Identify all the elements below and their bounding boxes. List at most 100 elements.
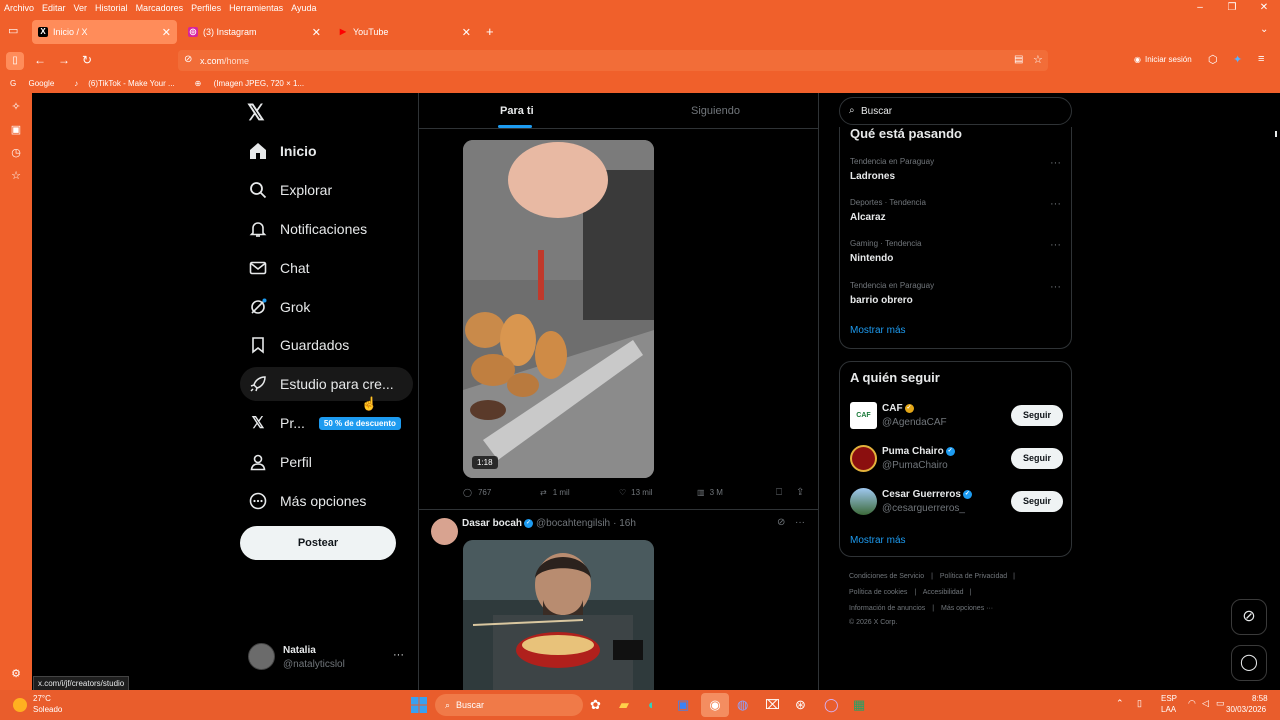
menu-ayuda[interactable]: Ayuda <box>287 3 320 13</box>
chat-float-icon[interactable]: ◯ <box>1231 645 1267 681</box>
language-code[interactable]: ESP <box>1161 694 1177 703</box>
file-explorer-icon[interactable]: ▰ <box>619 697 629 713</box>
more-dots-icon[interactable]: ··· <box>1050 281 1061 293</box>
tab-instagram[interactable]: ◎ (3) Instagram ✕ <box>182 20 327 44</box>
terms-link[interactable]: Condiciones de Servicio <box>849 573 924 580</box>
scrollbar-thumb[interactable] <box>1275 131 1277 137</box>
customize-sidebar-icon[interactable]: ⚙ <box>0 663 32 686</box>
site-info-icon[interactable]: ⊘ <box>184 54 192 65</box>
post-handle[interactable]: @bocahtengilsih <box>536 518 610 529</box>
menu-historial[interactable]: Historial <box>91 3 132 13</box>
app-icon[interactable]: ◯ <box>824 697 839 713</box>
privacy-link[interactable]: Política de Privacidad <box>940 573 1007 580</box>
menu-perfiles[interactable]: Perfiles <box>187 3 225 13</box>
post-time[interactable]: · 16h <box>613 518 636 529</box>
menu-archivo[interactable]: Archivo <box>0 3 38 13</box>
tab-youtube[interactable]: ▶ YouTube ✕ <box>332 20 477 44</box>
history-icon[interactable]: ◷ <box>0 142 32 165</box>
sun-icon[interactable] <box>13 698 27 712</box>
close-icon[interactable]: ✕ <box>462 26 471 39</box>
tab-inicio-x[interactable]: X Inicio / X ✕ <box>32 20 177 44</box>
discord-icon[interactable]: ◍ <box>737 697 748 713</box>
trend-item[interactable]: Deportes · Tendencia Alcaraz <box>850 198 926 223</box>
url-bar[interactable]: ⊘ x.com/home ▤ ☆ <box>178 50 1048 71</box>
repost-button[interactable]: ⇄ 1 mil <box>540 488 570 497</box>
nav-grok[interactable]: Grok <box>240 290 310 324</box>
nav-notificaciones[interactable]: Notificaciones <box>240 212 367 246</box>
bookmark-tiktok[interactable]: ♪ (6)TikTok - Make Your ... <box>64 79 184 88</box>
tab-overview-icon[interactable]: ▭ <box>8 24 18 37</box>
follow-button[interactable]: Seguir <box>1011 448 1063 469</box>
weather-desc[interactable]: Soleado <box>33 705 62 714</box>
new-tab-icon[interactable]: + <box>486 24 494 39</box>
clock-time[interactable]: 8:58 <box>1252 694 1268 703</box>
excel-icon[interactable]: ▦ <box>853 697 865 713</box>
post-author[interactable]: Dasar bocah <box>462 518 522 529</box>
clock-date[interactable]: 30/03/2026 <box>1226 705 1266 714</box>
more-dots-icon[interactable]: ··· <box>393 649 404 661</box>
post-button[interactable]: Postear <box>240 526 396 560</box>
post-image[interactable] <box>463 540 654 690</box>
reply-button[interactable]: ◯ 767 <box>463 488 491 497</box>
accessibility-link[interactable]: Accesibilidad <box>923 589 964 596</box>
tab-siguiendo[interactable]: Siguiendo <box>691 105 740 117</box>
close-icon[interactable]: ✕ <box>162 26 171 39</box>
more-dots-icon[interactable]: ··· <box>1050 239 1061 251</box>
more-dots-icon[interactable]: ··· <box>1050 157 1061 169</box>
sidebar-toggle-icon[interactable]: ▯ <box>6 52 24 70</box>
like-button[interactable]: ♡ 13 mil <box>619 488 653 497</box>
follow-suggestion[interactable]: CAF CAF ✓ @AgendaCAF Seguir <box>850 402 1063 432</box>
more-dots-icon[interactable]: ··· <box>1050 198 1061 210</box>
tab-para-ti[interactable]: Para ti <box>500 105 534 117</box>
chatgpt-icon[interactable]: ⊛ <box>795 697 806 713</box>
bookmark-star-icon[interactable]: ☆ <box>1033 53 1043 66</box>
store-icon[interactable]: ▣ <box>677 697 689 713</box>
follow-button[interactable]: Seguir <box>1011 491 1063 512</box>
wifi-icon[interactable]: ◠ <box>1188 698 1196 709</box>
synced-tabs-icon[interactable]: ▣ <box>0 119 32 142</box>
nav-estudio-creadores[interactable]: Estudio para cre... <box>240 367 413 401</box>
trend-item[interactable]: Tendencia en Paraguay barrio obrero <box>850 281 934 306</box>
tab-list-icon[interactable]: ⌄ <box>1260 24 1268 35</box>
follow-button[interactable]: Seguir <box>1011 405 1063 426</box>
show-more-follow-link[interactable]: Mostrar más <box>850 535 906 546</box>
tray-chevron-icon[interactable]: ⌃ <box>1116 698 1124 709</box>
keyboard-layout[interactable]: LAA <box>1161 705 1176 714</box>
extensions-icon[interactable]: ⬡ <box>1208 53 1218 66</box>
share-icon[interactable]: ⇪ <box>796 487 804 498</box>
restore-icon[interactable]: ❐ <box>1216 0 1248 15</box>
account-switcher[interactable]: Natalia @natalyticslol ··· <box>241 640 411 676</box>
cookies-link[interactable]: Política de cookies <box>849 589 907 596</box>
nav-chat[interactable]: Chat <box>240 251 310 285</box>
forward-icon[interactable]: → <box>58 53 70 67</box>
taskbar-search[interactable]: ⌕ Buscar <box>435 694 583 716</box>
views-button[interactable]: ▥ 3 M <box>697 488 723 497</box>
edge-icon[interactable]: ◐ <box>648 697 656 712</box>
avatar[interactable] <box>431 518 458 545</box>
signin-button[interactable]: ◉ Iniciar sesión <box>1134 55 1192 64</box>
menu-herramientas[interactable]: Herramientas <box>225 3 287 13</box>
battery-icon[interactable]: ▭ <box>1216 698 1225 709</box>
grok-float-icon[interactable]: ⊘ <box>1231 599 1267 635</box>
bookmark-image[interactable]: ⊕ (Imagen JPEG, 720 × 1... <box>185 79 314 88</box>
capcut-icon[interactable]: ⌧ <box>765 697 780 713</box>
more-options-link[interactable]: Más opciones ··· <box>941 605 993 612</box>
post-video[interactable]: 1:18 <box>463 140 654 478</box>
bookmarks-sidebar-icon[interactable]: ☆ <box>0 165 32 188</box>
bookmark-post-icon[interactable]: ⎕ <box>776 487 782 498</box>
nav-explorar[interactable]: Explorar <box>240 173 332 207</box>
ai-chat-icon[interactable]: ✧ <box>0 96 32 119</box>
follow-suggestion[interactable]: Puma Chairo ✓ @PumaChairo Seguir <box>850 445 1063 475</box>
firefox-taskbar-icon[interactable]: ◉ <box>701 693 729 717</box>
translate-icon[interactable]: ✦ <box>1233 53 1242 66</box>
grok-explain-icon[interactable]: ⊘ <box>777 517 785 528</box>
windows-start-icon[interactable] <box>411 697 427 713</box>
ads-info-link[interactable]: Información de anuncios <box>849 605 925 612</box>
copilot-icon[interactable]: ✿ <box>590 697 601 713</box>
reader-view-icon[interactable]: ▤ <box>1014 54 1023 65</box>
close-window-icon[interactable]: ✕ <box>1248 0 1280 15</box>
menu-ver[interactable]: Ver <box>70 3 92 13</box>
weather-temp[interactable]: 27°C <box>33 694 51 703</box>
show-more-trends-link[interactable]: Mostrar más <box>850 325 906 336</box>
mic-icon[interactable]: ▯ <box>1137 698 1142 709</box>
